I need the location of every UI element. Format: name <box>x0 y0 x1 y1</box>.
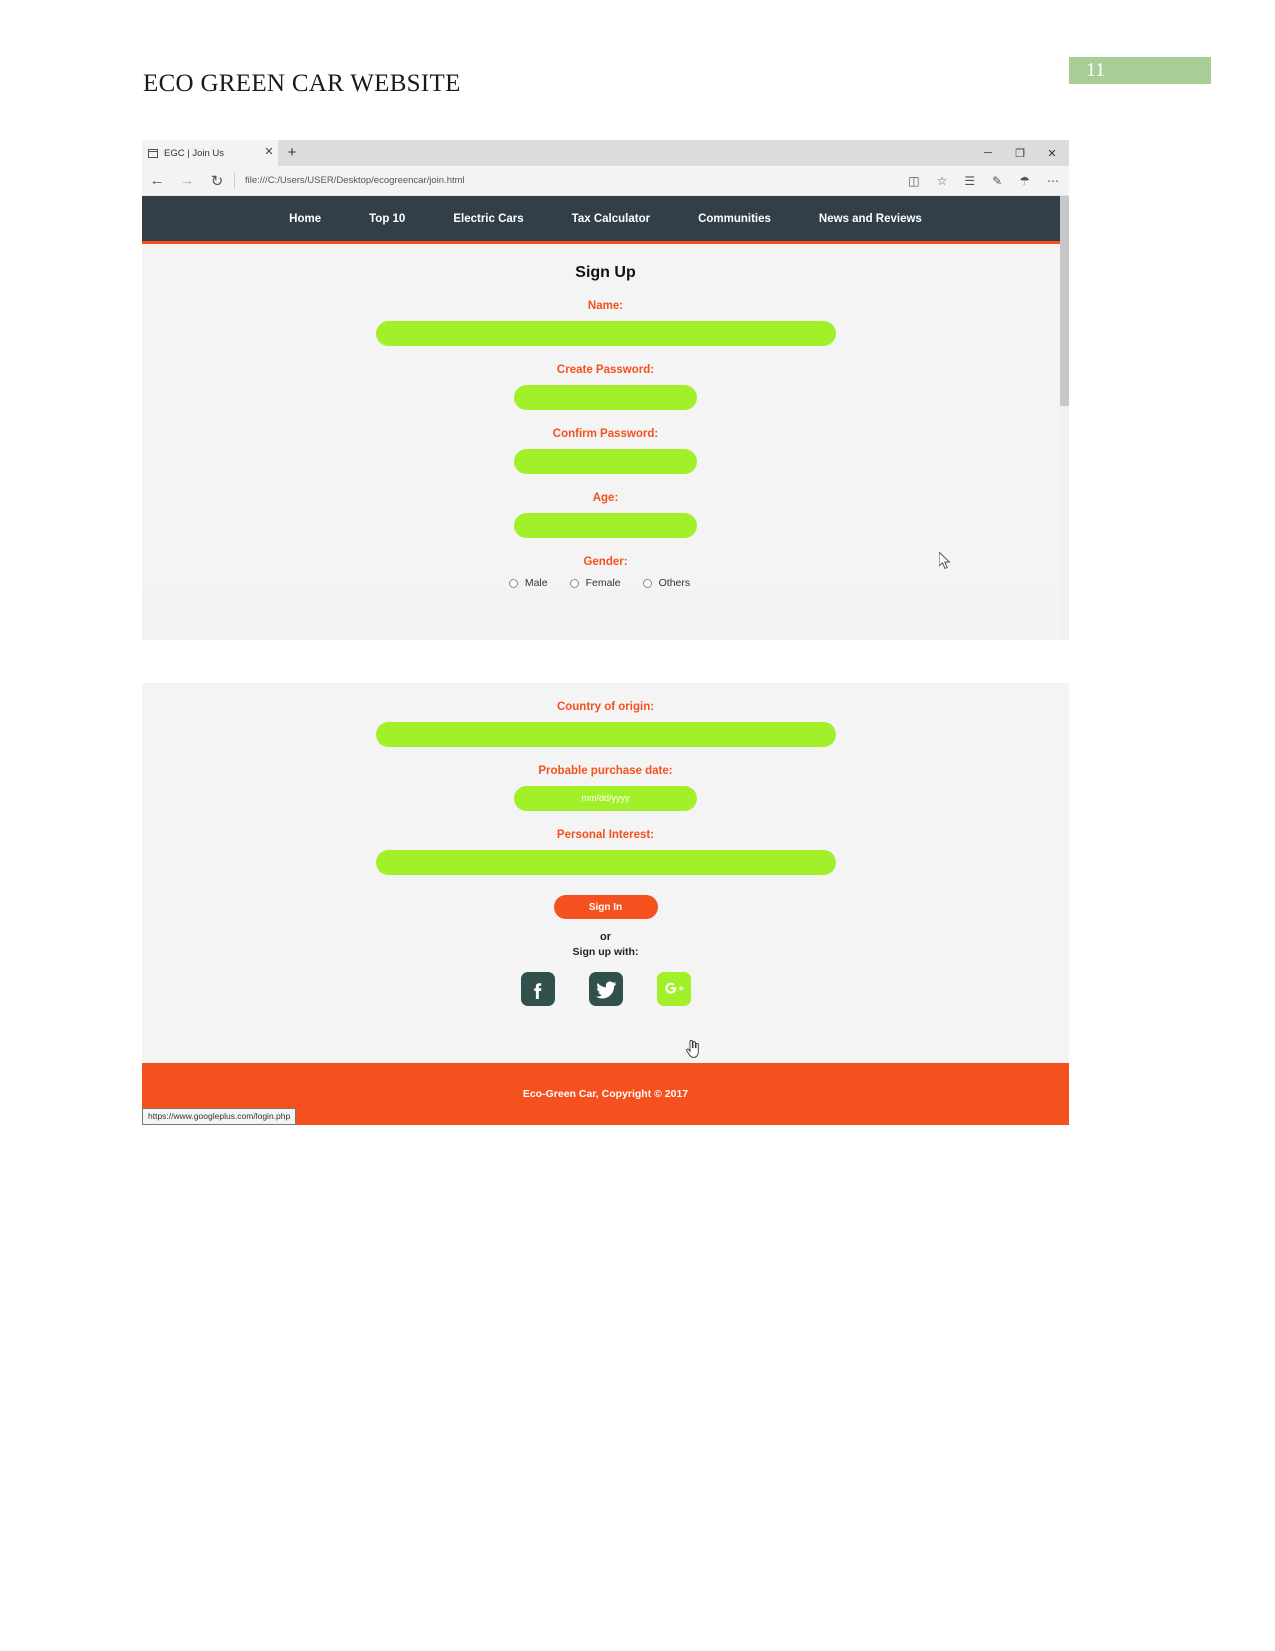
window-controls: ─ ❐ ✕ <box>983 140 1065 166</box>
create-password-input[interactable] <box>514 385 697 410</box>
page-number-badge: 11 <box>1069 57 1211 84</box>
or-divider-label: or <box>600 931 611 943</box>
browser-window-top: EGC | Join Us ✕ + ─ ❐ ✕ ← → ↻ file:///C:… <box>142 140 1069 640</box>
country-input[interactable] <box>375 722 836 747</box>
close-window-icon[interactable]: ✕ <box>1047 147 1057 160</box>
label-create-password: Create Password: <box>556 364 655 376</box>
personal-interest-input[interactable] <box>375 850 836 875</box>
gender-radio-group: Male Female Others <box>142 577 1069 589</box>
purchase-date-input[interactable]: mm/dd/yyyy <box>514 786 697 811</box>
copyright-text: Eco-Green Car, Copyright © 2017 <box>522 1088 689 1100</box>
facebook-icon[interactable] <box>520 972 555 1006</box>
hub-icon[interactable]: ☰ <box>964 174 975 188</box>
radio-male-icon[interactable] <box>508 578 518 588</box>
browser-status-bar: https://www.googleplus.com/login.php <box>142 1108 297 1125</box>
browser-toolbar: ← → ↻ file:///C:/Users/USER/Desktop/ecog… <box>142 166 1069 196</box>
scrollbar-thumb[interactable] <box>1060 196 1069 406</box>
browser-tab[interactable]: EGC | Join Us <box>142 140 278 166</box>
label-country-of-origin: Country of origin: <box>556 701 655 713</box>
gender-option-others[interactable]: Others <box>642 577 691 589</box>
label-gender: Gender: <box>583 556 628 568</box>
back-icon[interactable]: ← <box>142 166 172 196</box>
signup-form-bottom: Country of origin: Probable purchase dat… <box>142 683 1069 1058</box>
close-tab-icon[interactable]: ✕ <box>264 147 274 158</box>
favorite-star-icon[interactable]: ☆ <box>937 174 948 188</box>
age-input[interactable] <box>514 513 697 538</box>
signup-form-top: Sign Up Name: Create Password: Confirm P… <box>142 244 1069 589</box>
more-options-icon[interactable]: ⋯ <box>1047 174 1059 188</box>
gender-others-label: Others <box>658 577 691 589</box>
tab-title: EGC | Join Us <box>164 147 225 159</box>
new-tab-icon[interactable]: + <box>284 145 300 161</box>
hand-cursor-icon <box>686 1039 700 1063</box>
browser-tabstrip: EGC | Join Us ✕ + ─ ❐ ✕ <box>142 140 1069 166</box>
nav-item-electric-cars[interactable]: Electric Cars <box>453 213 523 225</box>
web-note-icon[interactable]: ✎ <box>992 174 1002 188</box>
reading-view-icon[interactable]: ◫ <box>908 174 919 188</box>
nav-item-home[interactable]: Home <box>289 213 321 225</box>
signup-with-label: Sign up with: <box>572 946 639 958</box>
share-icon[interactable]: ☂ <box>1019 174 1030 188</box>
gender-male-label: Male <box>524 577 548 589</box>
maximize-icon[interactable]: ❐ <box>1015 147 1025 160</box>
browser-window-bottom: Country of origin: Probable purchase dat… <box>142 683 1069 1125</box>
refresh-icon[interactable]: ↻ <box>202 166 232 196</box>
gender-option-male[interactable]: Male <box>508 577 548 589</box>
nav-item-top10[interactable]: Top 10 <box>369 213 405 225</box>
label-age: Age: <box>592 492 619 504</box>
radio-female-icon[interactable] <box>569 578 579 588</box>
nav-item-news-reviews[interactable]: News and Reviews <box>819 213 922 225</box>
sign-in-button[interactable]: Sign In <box>553 895 658 919</box>
label-personal-interest: Personal Interest: <box>556 829 655 841</box>
tab-favicon-icon <box>147 148 158 158</box>
label-confirm-password: Confirm Password: <box>552 428 659 440</box>
twitter-icon[interactable] <box>588 972 623 1006</box>
name-input[interactable] <box>375 321 836 346</box>
page-title: ECO GREEN CAR WEBSITE <box>143 70 461 97</box>
gender-option-female[interactable]: Female <box>569 577 621 589</box>
nav-item-communities[interactable]: Communities <box>698 213 771 225</box>
toolbar-divider <box>234 172 235 189</box>
address-bar[interactable]: file:///C:/Users/USER/Desktop/ecogreenca… <box>239 175 908 186</box>
minimize-icon[interactable]: ─ <box>983 147 993 159</box>
forward-icon[interactable]: → <box>172 166 202 196</box>
label-purchase-date: Probable purchase date: <box>538 765 673 777</box>
signup-heading: Sign Up <box>575 264 636 281</box>
social-signup-buttons <box>142 972 1069 1006</box>
toolbar-icons: ◫ ☆ ☰ ✎ ☂ ⋯ <box>908 174 1069 188</box>
nav-item-tax-calculator[interactable]: Tax Calculator <box>572 213 650 225</box>
label-name: Name: <box>587 300 624 312</box>
page-scrollbar[interactable] <box>1060 196 1069 640</box>
site-navigation: Home Top 10 Electric Cars Tax Calculator… <box>142 196 1069 244</box>
radio-others-icon[interactable] <box>642 578 652 588</box>
google-plus-icon[interactable] <box>656 972 691 1006</box>
confirm-password-input[interactable] <box>514 449 697 474</box>
gender-female-label: Female <box>585 577 621 589</box>
